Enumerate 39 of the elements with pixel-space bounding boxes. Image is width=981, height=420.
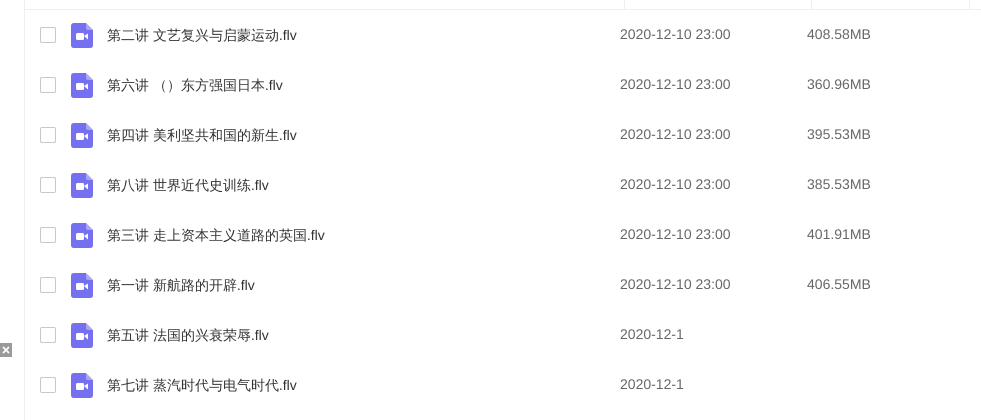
modified-date: 2020-12-10 23:00 xyxy=(620,276,731,292)
file-size: 395.53MB xyxy=(807,126,871,142)
modified-date: 2020-12-10 23:00 xyxy=(620,226,731,242)
checkbox[interactable] xyxy=(40,27,56,43)
file-name[interactable]: 第五讲 法国的兴衰荣辱.flv xyxy=(107,324,620,346)
modified-date: 2020-12-1 xyxy=(620,326,684,342)
video-file-icon xyxy=(71,322,93,348)
file-name[interactable]: 第四讲 美利坚共和国的新生.flv xyxy=(107,124,620,146)
video-file-icon xyxy=(71,222,93,248)
checkbox[interactable] xyxy=(40,377,56,393)
checkbox[interactable] xyxy=(40,177,56,193)
modified-date: 2020-12-10 23:00 xyxy=(620,126,731,142)
close-icon[interactable] xyxy=(0,343,12,357)
checkbox[interactable] xyxy=(40,77,56,93)
file-name[interactable]: 第一讲 新航路的开辟.flv xyxy=(107,274,620,296)
video-file-icon xyxy=(71,122,93,148)
file-size: 385.53MB xyxy=(807,176,871,192)
video-file-icon xyxy=(71,22,93,48)
checkbox[interactable] xyxy=(40,227,56,243)
modified-date: 2020-12-1 xyxy=(620,376,684,392)
file-size: 408.58MB xyxy=(807,26,871,42)
checkbox[interactable] xyxy=(40,327,56,343)
file-name[interactable]: 第六讲 （）东方强国日本.flv xyxy=(107,74,620,96)
modified-date: 2020-12-10 23:00 xyxy=(620,76,731,92)
video-file-icon xyxy=(71,72,93,98)
file-size: 406.55MB xyxy=(807,276,871,292)
modified-date: 2020-12-10 23:00 xyxy=(620,176,731,192)
video-file-icon xyxy=(71,272,93,298)
file-name[interactable]: 第三讲 走上资本主义道路的英国.flv xyxy=(107,224,620,246)
file-name[interactable]: 第二讲 文艺复兴与启蒙运动.flv xyxy=(107,24,620,46)
file-name[interactable]: 第七讲 蒸汽时代与电气时代.flv xyxy=(107,374,620,396)
file-size: 401.91MB xyxy=(807,226,871,242)
modified-date: 2020-12-10 23:00 xyxy=(620,26,731,42)
checkbox[interactable] xyxy=(40,127,56,143)
video-file-icon xyxy=(71,172,93,198)
checkbox[interactable] xyxy=(40,277,56,293)
video-file-icon xyxy=(71,372,93,398)
file-size: 360.96MB xyxy=(807,76,871,92)
file-name[interactable]: 第八讲 世界近代史训练.flv xyxy=(107,174,620,196)
